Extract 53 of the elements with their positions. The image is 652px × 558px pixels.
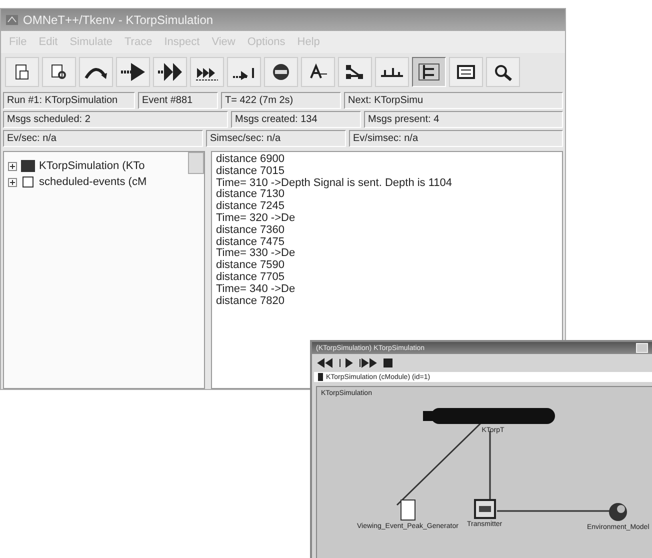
toolbar-button[interactable] [486, 57, 520, 87]
log-line: Time= 340 ->De [216, 284, 296, 296]
queue-icon [21, 176, 35, 188]
log-line: Time= 330 ->De [216, 248, 296, 260]
log-line: distance 7475 [216, 236, 286, 248]
status-field: T= 422 (7m 2s) [221, 92, 341, 109]
window-title: OMNeT++/Tkenv - KTorpSimulation [23, 13, 214, 27]
toolbar-button[interactable] [227, 57, 261, 87]
log-line: distance 7590 [216, 260, 286, 272]
log-line: distance 6900 [216, 154, 286, 166]
log-line: distance 7130 [216, 189, 284, 201]
arrow-icon [120, 62, 146, 82]
status-field: Msgs present: 4 [364, 111, 563, 128]
status-field: Ev/simsec: n/a [349, 130, 563, 147]
module-box-icon[interactable] [474, 499, 496, 519]
log-line: distance 7705 [216, 272, 286, 284]
module-icon [21, 160, 35, 172]
status-field: Simsec/sec: n/a [206, 130, 346, 147]
log-line: distance 7245 [216, 201, 286, 213]
app-icon [5, 14, 19, 26]
toolbar-button[interactable] [264, 57, 298, 87]
toolbar-button[interactable] [5, 57, 39, 87]
log-line: Time= 310 ->Depth Signal is sent. Depth is 1104 [216, 178, 454, 189]
module-icon [318, 373, 323, 381]
tree-icon [416, 62, 442, 82]
toolbar-button[interactable] [375, 57, 409, 87]
sphere-icon[interactable] [608, 502, 628, 522]
tree-item[interactable]: scheduled-events (cM [39, 176, 147, 188]
log-line: distance 7820 [216, 296, 286, 308]
file-icon[interactable] [400, 499, 416, 521]
log-line: Time= 320 ->De [216, 212, 296, 225]
toolbar-button[interactable] [79, 57, 113, 87]
toolbar-button[interactable] [116, 57, 150, 87]
toolbar-button[interactable] [301, 57, 335, 87]
toolbar-button[interactable] [153, 57, 187, 87]
status-field: Next: KTorpSimu [344, 92, 563, 109]
scrollbar[interactable] [188, 152, 204, 174]
status-field: Ev/sec: n/a [3, 130, 203, 147]
status-field: Msgs scheduled: 2 [3, 111, 228, 128]
double-arrow-icon [157, 62, 183, 82]
toolbar-button[interactable] [449, 57, 483, 87]
toolbar-button[interactable] [42, 57, 76, 87]
status-field: Run #1: KTorpSimulation [3, 92, 135, 109]
expand-icon[interactable] [8, 178, 17, 186]
log-line: distance 7015 [216, 166, 286, 178]
log-line: distance 7360 [216, 224, 286, 237]
toolbar-button[interactable] [190, 57, 224, 87]
status-field: Msgs created: 134 [231, 111, 361, 128]
toolbar-button[interactable] [412, 57, 446, 87]
toolbar-button[interactable] [338, 57, 372, 87]
status-field: Event #881 [138, 92, 218, 109]
expand-icon[interactable] [8, 162, 17, 170]
tree-item[interactable]: KTorpSimulation (KTo [39, 160, 145, 172]
